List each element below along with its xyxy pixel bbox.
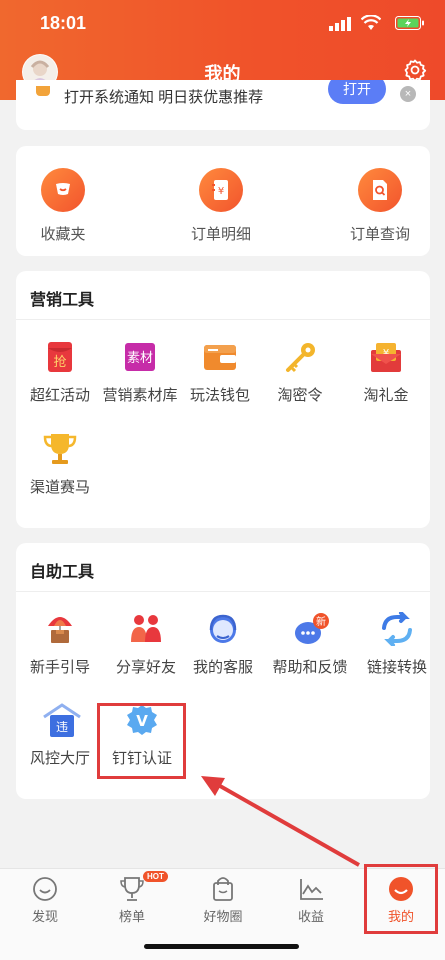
tab-good-items[interactable]: 好物圈: [188, 875, 258, 925]
super-red-activity-button[interactable]: 抢 超红活动: [16, 340, 104, 405]
risk-control-hall-label: 风控大厅: [29, 750, 90, 767]
tab-ranking[interactable]: HOT 榜单: [97, 871, 168, 925]
trophy-tab-icon: HOT: [117, 871, 168, 903]
key-icon: [282, 340, 318, 374]
red-envelope-icon: 抢: [42, 340, 78, 374]
beginner-guide-button[interactable]: 新手引导: [16, 612, 104, 677]
help-feedback-icon: 新: [292, 612, 329, 646]
open-notification-button[interactable]: 打开: [328, 80, 386, 104]
svg-text:抢: 抢: [53, 354, 66, 370]
risk-control-hall-button[interactable]: 违 风控大厅: [16, 703, 104, 768]
order-details-label: 订单明细: [190, 226, 251, 243]
status-bar: 18:01: [0, 0, 445, 46]
channel-race-button[interactable]: 渠道赛马: [16, 432, 104, 497]
beginner-guide-label: 新手引导: [29, 659, 90, 676]
customer-service-icon: [205, 612, 241, 646]
section-title: 自助工具: [30, 564, 95, 581]
svg-text:素材: 素材: [127, 351, 153, 366]
hot-badge: HOT: [143, 871, 168, 882]
marketing-material-label: 营销素材库: [102, 387, 178, 404]
material-icon: 素材: [122, 340, 158, 374]
close-icon[interactable]: ×: [400, 86, 416, 102]
annotation-arrow: [201, 776, 360, 867]
order-details-button[interactable]: ¥ 订单明细: [171, 168, 271, 244]
guide-icon: [42, 612, 78, 646]
share-friends-label: 分享好友: [115, 659, 176, 676]
divider: [16, 591, 430, 592]
tab-label: 榜单: [118, 909, 145, 924]
link-convert-label: 链接转换: [366, 659, 427, 676]
tao-password-label: 淘密令: [277, 387, 323, 404]
favorites-button[interactable]: 收藏夹: [13, 168, 113, 244]
wifi-icon: [360, 14, 382, 36]
trophy-icon: [42, 432, 78, 466]
order-query-button[interactable]: 订单查询: [330, 168, 430, 244]
order-query-label: 订单查询: [349, 226, 410, 243]
play-wallet-label: 玩法钱包: [189, 387, 250, 404]
tab-label: 收益: [297, 909, 324, 924]
tab-discover[interactable]: 发现: [10, 875, 80, 925]
link-convert-button[interactable]: 链接转换: [353, 611, 441, 677]
bell-icon: [36, 86, 50, 96]
favorites-label: 收藏夹: [40, 226, 86, 243]
my-customer-service-label: 我的客服: [192, 659, 253, 676]
signal-icon: [329, 17, 351, 36]
svg-text:¥: ¥: [218, 186, 224, 197]
play-wallet-button[interactable]: 玩法钱包: [176, 340, 264, 405]
notification-banner: 打开系统通知 明日获优惠推荐 打开 ×: [16, 80, 430, 130]
marketing-tools-card: 营销工具 抢 超红活动 素材 营销素材库 玩法钱包 淘密令 ¥ 淘礼金 渠道赛马: [16, 271, 430, 528]
svg-text:新: 新: [316, 615, 326, 628]
share-friends-icon: [128, 612, 164, 646]
tab-label: 好物圈: [203, 909, 243, 924]
link-convert-icon: [379, 611, 415, 647]
tab-earnings[interactable]: 收益: [276, 875, 346, 925]
battery-icon: [395, 16, 425, 35]
home-indicator: [144, 944, 299, 949]
divider: [16, 319, 430, 320]
gift-money-icon: ¥: [368, 340, 404, 374]
chart-icon: [296, 875, 326, 903]
channel-race-label: 渠道赛马: [29, 479, 90, 496]
marketing-material-button[interactable]: 素材 营销素材库: [96, 340, 184, 405]
risk-control-icon: 违: [42, 703, 81, 737]
self-service-tools-card: 自助工具 新手引导 分享好友 我的客服 新 帮助和反馈 链接转换 违 风控大厅: [16, 543, 430, 799]
search-doc-icon: [358, 168, 402, 212]
tao-gift-money-label: 淘礼金: [363, 387, 409, 404]
share-friends-button[interactable]: 分享好友: [102, 612, 190, 677]
super-red-activity-label: 超红活动: [29, 387, 90, 404]
discover-icon: [30, 875, 60, 903]
my-customer-service-button[interactable]: 我的客服: [179, 612, 267, 677]
tao-gift-money-button[interactable]: ¥ 淘礼金: [342, 340, 430, 405]
tao-password-button[interactable]: 淘密令: [256, 340, 344, 405]
shortcut-card: 收藏夹 ¥ 订单明细 订单查询: [16, 146, 430, 256]
section-title: 营销工具: [30, 292, 95, 309]
receipt-icon: ¥: [199, 168, 243, 212]
tab-label: 发现: [31, 909, 58, 924]
highlight-box-mine-tab: [364, 864, 438, 934]
status-time: 18:01: [40, 13, 87, 33]
svg-text:违: 违: [56, 720, 68, 734]
highlight-box-dingtalk: [97, 703, 186, 779]
star-icon: [41, 168, 85, 212]
help-feedback-label: 帮助和反馈: [272, 659, 348, 676]
notification-text: 打开系统通知 明日获优惠推荐: [64, 89, 264, 106]
help-feedback-button[interactable]: 新 帮助和反馈: [266, 612, 354, 677]
wallet-icon: [202, 340, 238, 374]
bag-icon: [208, 875, 238, 903]
